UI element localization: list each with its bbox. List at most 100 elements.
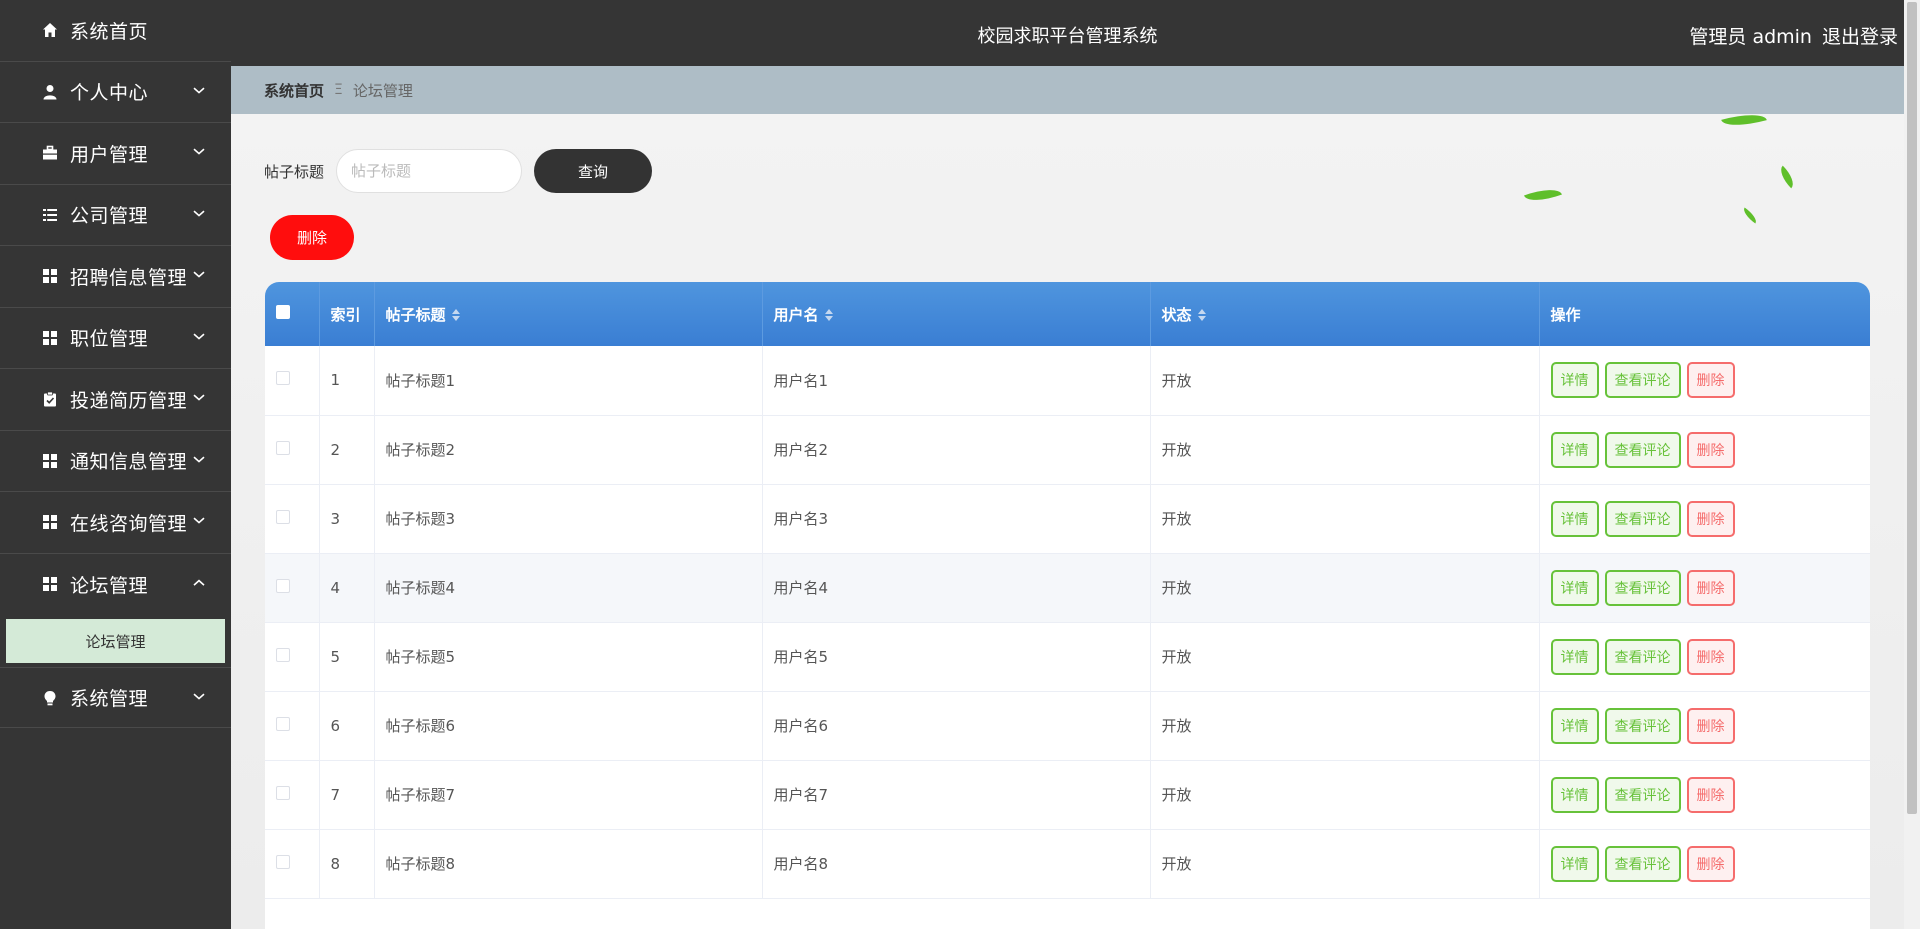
row-checkbox-cell[interactable] (265, 829, 320, 898)
sidebar-item-forum[interactable]: 论坛管理 (0, 554, 231, 616)
row-delete-button[interactable]: 删除 (1686, 845, 1735, 882)
row-delete-button[interactable]: 删除 (1686, 569, 1735, 606)
row-checkbox-cell[interactable] (265, 484, 320, 553)
cell-index: 6 (319, 691, 375, 760)
table-row: 7 帖子标题7 用户名7 开放 详情 查看评论 删除 (265, 760, 1870, 829)
select-all-checkbox-cell[interactable] (265, 282, 320, 346)
logout-link[interactable]: 退出登录 (1822, 22, 1898, 49)
row-checkbox[interactable] (276, 716, 290, 731)
sidebar-item-users[interactable]: 用户管理 (0, 123, 231, 185)
detail-button[interactable]: 详情 (1550, 638, 1599, 675)
query-button[interactable]: 查询 (534, 149, 653, 193)
sidebar-item-consulting[interactable]: 在线咨询管理 (0, 492, 231, 554)
cell-username: 用户名1 (762, 346, 1151, 415)
detail-button[interactable]: 详情 (1550, 776, 1599, 813)
grid-icon (42, 576, 58, 592)
batch-delete-button[interactable]: 删除 (270, 215, 354, 260)
table-row: 3 帖子标题3 用户名3 开放 详情 查看评论 删除 (265, 484, 1870, 553)
sidebar-item-label: 用户管理 (70, 143, 149, 166)
breadcrumb-home[interactable]: 系统首页 (264, 80, 324, 101)
column-header-title-label: 帖子标题 (385, 305, 446, 324)
leaf-decoration (1775, 165, 1799, 189)
row-checkbox-cell[interactable] (265, 691, 320, 760)
chevron-down-icon (192, 391, 206, 405)
row-actions: 详情 查看评论 删除 (1550, 638, 1871, 675)
sort-icon[interactable] (824, 309, 833, 321)
sidebar-item-positions[interactable]: 职位管理 (0, 308, 231, 369)
row-checkbox-cell[interactable] (265, 622, 320, 691)
cell-actions: 详情 查看评论 删除 (1539, 760, 1870, 829)
row-checkbox[interactable] (276, 647, 290, 662)
view-comments-button[interactable]: 查看评论 (1604, 845, 1681, 882)
detail-button[interactable]: 详情 (1550, 569, 1599, 606)
view-comments-button[interactable]: 查看评论 (1604, 707, 1681, 744)
cell-username: 用户名5 (762, 622, 1151, 691)
sort-icon[interactable] (1197, 309, 1206, 321)
view-comments-button[interactable]: 查看评论 (1604, 362, 1681, 399)
table-header-row: 索引 帖子标题 用户名 状态 操作 (265, 282, 1870, 346)
cell-actions: 详情 查看评论 删除 (1539, 691, 1870, 760)
detail-button[interactable]: 详情 (1550, 707, 1599, 744)
sidebar-item-resumes[interactable]: 投递简历管理 (0, 369, 231, 431)
leaf-decoration (1740, 207, 1760, 224)
select-all-checkbox[interactable] (276, 305, 290, 319)
row-checkbox-cell[interactable] (265, 553, 320, 622)
home-icon (42, 22, 58, 38)
row-checkbox-cell[interactable] (265, 415, 320, 484)
breadcrumb-current: 论坛管理 (352, 81, 413, 100)
row-delete-button[interactable]: 删除 (1686, 638, 1735, 675)
view-comments-button[interactable]: 查看评论 (1604, 638, 1681, 675)
row-checkbox[interactable] (276, 371, 290, 386)
column-header-status[interactable]: 状态 (1150, 282, 1540, 346)
sidebar-item-companies[interactable]: 公司管理 (0, 185, 231, 246)
row-delete-button[interactable]: 删除 (1686, 362, 1735, 399)
cell-title: 帖子标题1 (374, 346, 763, 415)
cell-status: 开放 (1150, 415, 1540, 484)
view-comments-button[interactable]: 查看评论 (1604, 569, 1681, 606)
row-delete-button[interactable]: 删除 (1686, 500, 1735, 537)
submenu-item-forum-management[interactable]: 论坛管理 (6, 619, 225, 663)
row-checkbox-cell[interactable] (265, 760, 320, 829)
row-checkbox[interactable] (276, 785, 290, 800)
sidebar-item-personal[interactable]: 个人中心 (0, 62, 231, 123)
view-comments-button[interactable]: 查看评论 (1604, 500, 1681, 537)
cell-title: 帖子标题2 (374, 415, 763, 484)
row-checkbox-cell[interactable] (265, 346, 320, 415)
cell-username: 用户名4 (762, 553, 1151, 622)
sidebar-item-label: 系统管理 (70, 688, 149, 710)
search-form: 帖子标题 查询 (264, 149, 653, 193)
detail-button[interactable]: 详情 (1550, 362, 1599, 399)
grid-icon (42, 514, 58, 530)
column-header-title[interactable]: 帖子标题 (374, 282, 763, 346)
detail-button[interactable]: 详情 (1550, 431, 1599, 468)
bulb-icon (42, 690, 58, 706)
row-checkbox[interactable] (276, 578, 290, 593)
breadcrumb-separator-icon: Ξ (334, 82, 343, 98)
row-delete-button[interactable]: 删除 (1686, 707, 1735, 744)
sidebar-item-recruitment[interactable]: 招聘信息管理 (0, 246, 231, 308)
detail-button[interactable]: 详情 (1550, 500, 1599, 537)
sidebar-item-notices[interactable]: 通知信息管理 (0, 431, 231, 492)
page-scrollbar[interactable] (1904, 0, 1920, 929)
row-checkbox[interactable] (276, 509, 290, 524)
row-checkbox[interactable] (276, 440, 290, 455)
row-checkbox[interactable] (276, 854, 290, 869)
row-delete-button[interactable]: 删除 (1686, 776, 1735, 813)
view-comments-button[interactable]: 查看评论 (1604, 431, 1681, 468)
search-input[interactable] (336, 149, 523, 193)
scrollbar-thumb[interactable] (1907, 2, 1917, 814)
search-label: 帖子标题 (264, 162, 325, 181)
column-header-username[interactable]: 用户名 (762, 282, 1151, 346)
user-icon (42, 84, 58, 100)
row-actions: 详情 查看评论 删除 (1550, 776, 1871, 813)
detail-button[interactable]: 详情 (1550, 845, 1599, 882)
row-delete-button[interactable]: 删除 (1686, 431, 1735, 468)
cell-status: 开放 (1150, 484, 1540, 553)
sort-icon[interactable] (451, 309, 460, 321)
list-icon (42, 207, 58, 223)
table-row: 6 帖子标题6 用户名6 开放 详情 查看评论 删除 (265, 691, 1870, 760)
view-comments-button[interactable]: 查看评论 (1604, 776, 1681, 813)
sidebar-item-home[interactable]: 系统首页 (0, 0, 231, 62)
sidebar-item-system[interactable]: 系统管理 (0, 667, 231, 728)
sidebar-item-label: 论坛管理 (70, 574, 149, 597)
